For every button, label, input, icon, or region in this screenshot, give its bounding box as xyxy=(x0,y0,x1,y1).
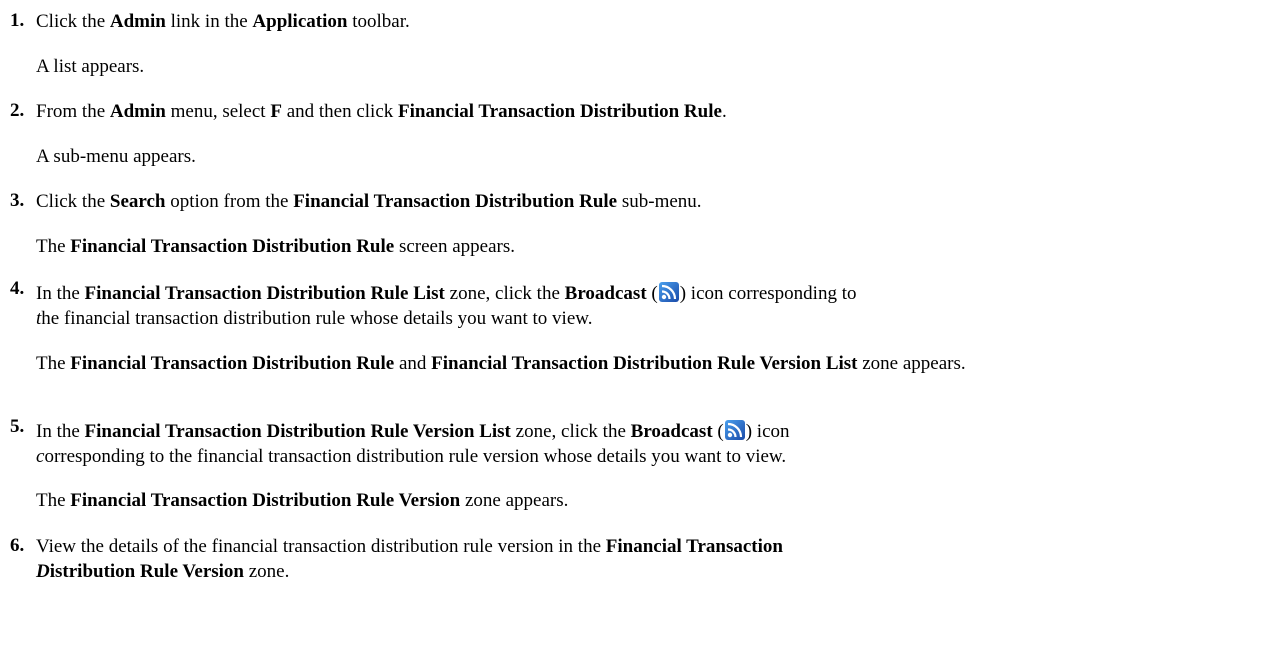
step-number: 1. xyxy=(10,10,25,31)
step-number: 5. xyxy=(10,416,25,437)
document-page: { "steps": [ { "number": "1.", "instruct… xyxy=(0,0,1261,665)
step-result: The Financial Transaction Distribution R… xyxy=(36,236,516,257)
step-instruction: In the Financial Transaction Distributio… xyxy=(36,282,857,304)
application-toolbar-label: Application xyxy=(252,11,348,32)
step-number: 2. xyxy=(10,100,25,121)
step-result: The Financial Transaction Distribution R… xyxy=(36,353,966,374)
step-number: 4. xyxy=(10,278,25,299)
step-instruction: Click the Search option from the Financi… xyxy=(36,191,702,212)
step-instruction: In the Financial Transaction Distributio… xyxy=(36,420,790,442)
step-result: A sub-menu appears. xyxy=(36,146,196,167)
step-instruction: Click the Admin link in the Application … xyxy=(36,11,410,32)
step-instruction-continued: the financial transaction distribution r… xyxy=(36,308,593,329)
broadcast-icon xyxy=(725,420,745,440)
broadcast-icon xyxy=(659,282,679,302)
step-instruction-continued: corresponding to the financial transacti… xyxy=(36,446,787,467)
step-number: 6. xyxy=(10,535,25,556)
admin-link-label: Admin xyxy=(109,11,166,32)
step-result: A list appears. xyxy=(36,56,145,77)
step-result: The Financial Transaction Distribution R… xyxy=(36,490,569,511)
step-instruction: View the details of the financial transa… xyxy=(36,536,783,557)
step-instruction-continued: Distribution Rule Version zone. xyxy=(36,561,290,582)
step-number: 3. xyxy=(10,190,25,211)
step-instruction: From the Admin menu, select F and then c… xyxy=(36,101,727,122)
